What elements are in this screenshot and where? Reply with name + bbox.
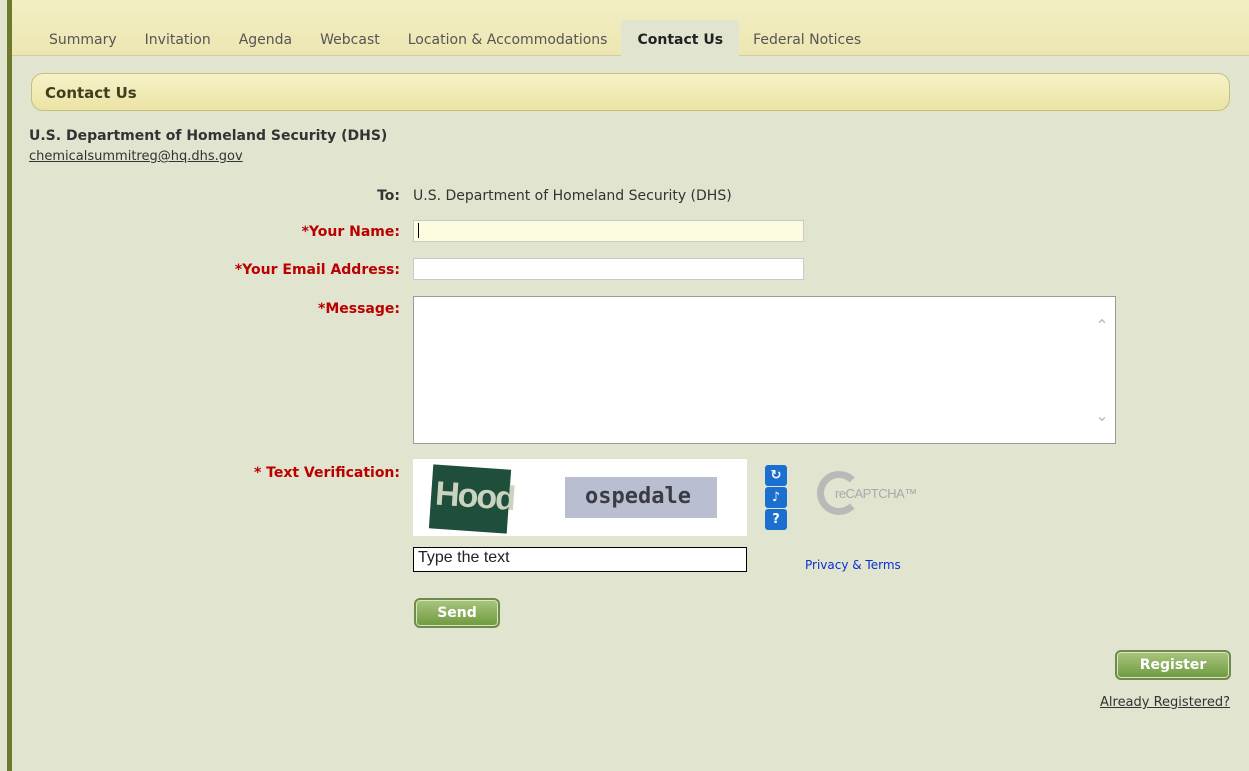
to-label: To: xyxy=(377,188,400,204)
text-caret xyxy=(418,223,419,238)
to-value: U.S. Department of Homeland Security (DH… xyxy=(413,188,732,204)
captcha-response-input[interactable]: Type the text xyxy=(413,547,747,572)
message-label: *Message: xyxy=(318,301,400,317)
send-button[interactable]: Send xyxy=(414,598,500,628)
captcha-image: Hood ospedale xyxy=(413,459,747,536)
register-button[interactable]: Register xyxy=(1115,650,1231,680)
scroll-down-icon[interactable]: ⌄ xyxy=(1095,408,1109,424)
tab-invitation[interactable]: Invitation xyxy=(131,20,225,56)
email-label: *Your Email Address: xyxy=(234,262,400,278)
captcha-word-2: ospedale xyxy=(565,477,717,518)
tab-contact-us[interactable]: Contact Us xyxy=(621,20,740,56)
your-name-input[interactable] xyxy=(413,220,804,242)
organization-name: U.S. Department of Homeland Security (DH… xyxy=(29,128,388,144)
tab-bar: Summary Invitation Agenda Webcast Locati… xyxy=(12,0,1249,56)
captcha-controls: ↻ ♪ ? xyxy=(765,465,787,531)
privacy-terms-link[interactable]: Privacy & Terms xyxy=(805,558,901,572)
scroll-up-icon[interactable]: ⌃ xyxy=(1095,318,1109,334)
tab-location-accommodations[interactable]: Location & Accommodations xyxy=(394,20,622,56)
captcha-word-1: Hood xyxy=(428,464,515,534)
recaptcha-logo: reCAPTCHA™ xyxy=(817,471,917,517)
audio-icon[interactable]: ♪ xyxy=(765,487,787,508)
recaptcha-brand-text: reCAPTCHA™ xyxy=(835,486,917,501)
section-title: Contact Us xyxy=(31,73,1230,111)
tab-agenda[interactable]: Agenda xyxy=(225,20,306,56)
text-verification-label: * Text Verification: xyxy=(253,465,400,481)
help-icon[interactable]: ? xyxy=(765,509,787,530)
tab-webcast[interactable]: Webcast xyxy=(306,20,394,56)
tab-federal-notices[interactable]: Federal Notices xyxy=(739,20,875,56)
your-name-label: *Your Name: xyxy=(301,224,400,240)
organization-email-link[interactable]: chemicalsummitreg@hq.dhs.gov xyxy=(29,149,243,164)
message-textarea[interactable]: ⌃ ⌄ xyxy=(413,296,1116,444)
tab-list: Summary Invitation Agenda Webcast Locati… xyxy=(35,20,875,56)
page: Summary Invitation Agenda Webcast Locati… xyxy=(12,0,1249,771)
refresh-icon[interactable]: ↻ xyxy=(765,465,787,486)
email-input[interactable] xyxy=(413,258,804,280)
already-registered-link[interactable]: Already Registered? xyxy=(1100,695,1230,710)
tab-summary[interactable]: Summary xyxy=(35,20,131,56)
